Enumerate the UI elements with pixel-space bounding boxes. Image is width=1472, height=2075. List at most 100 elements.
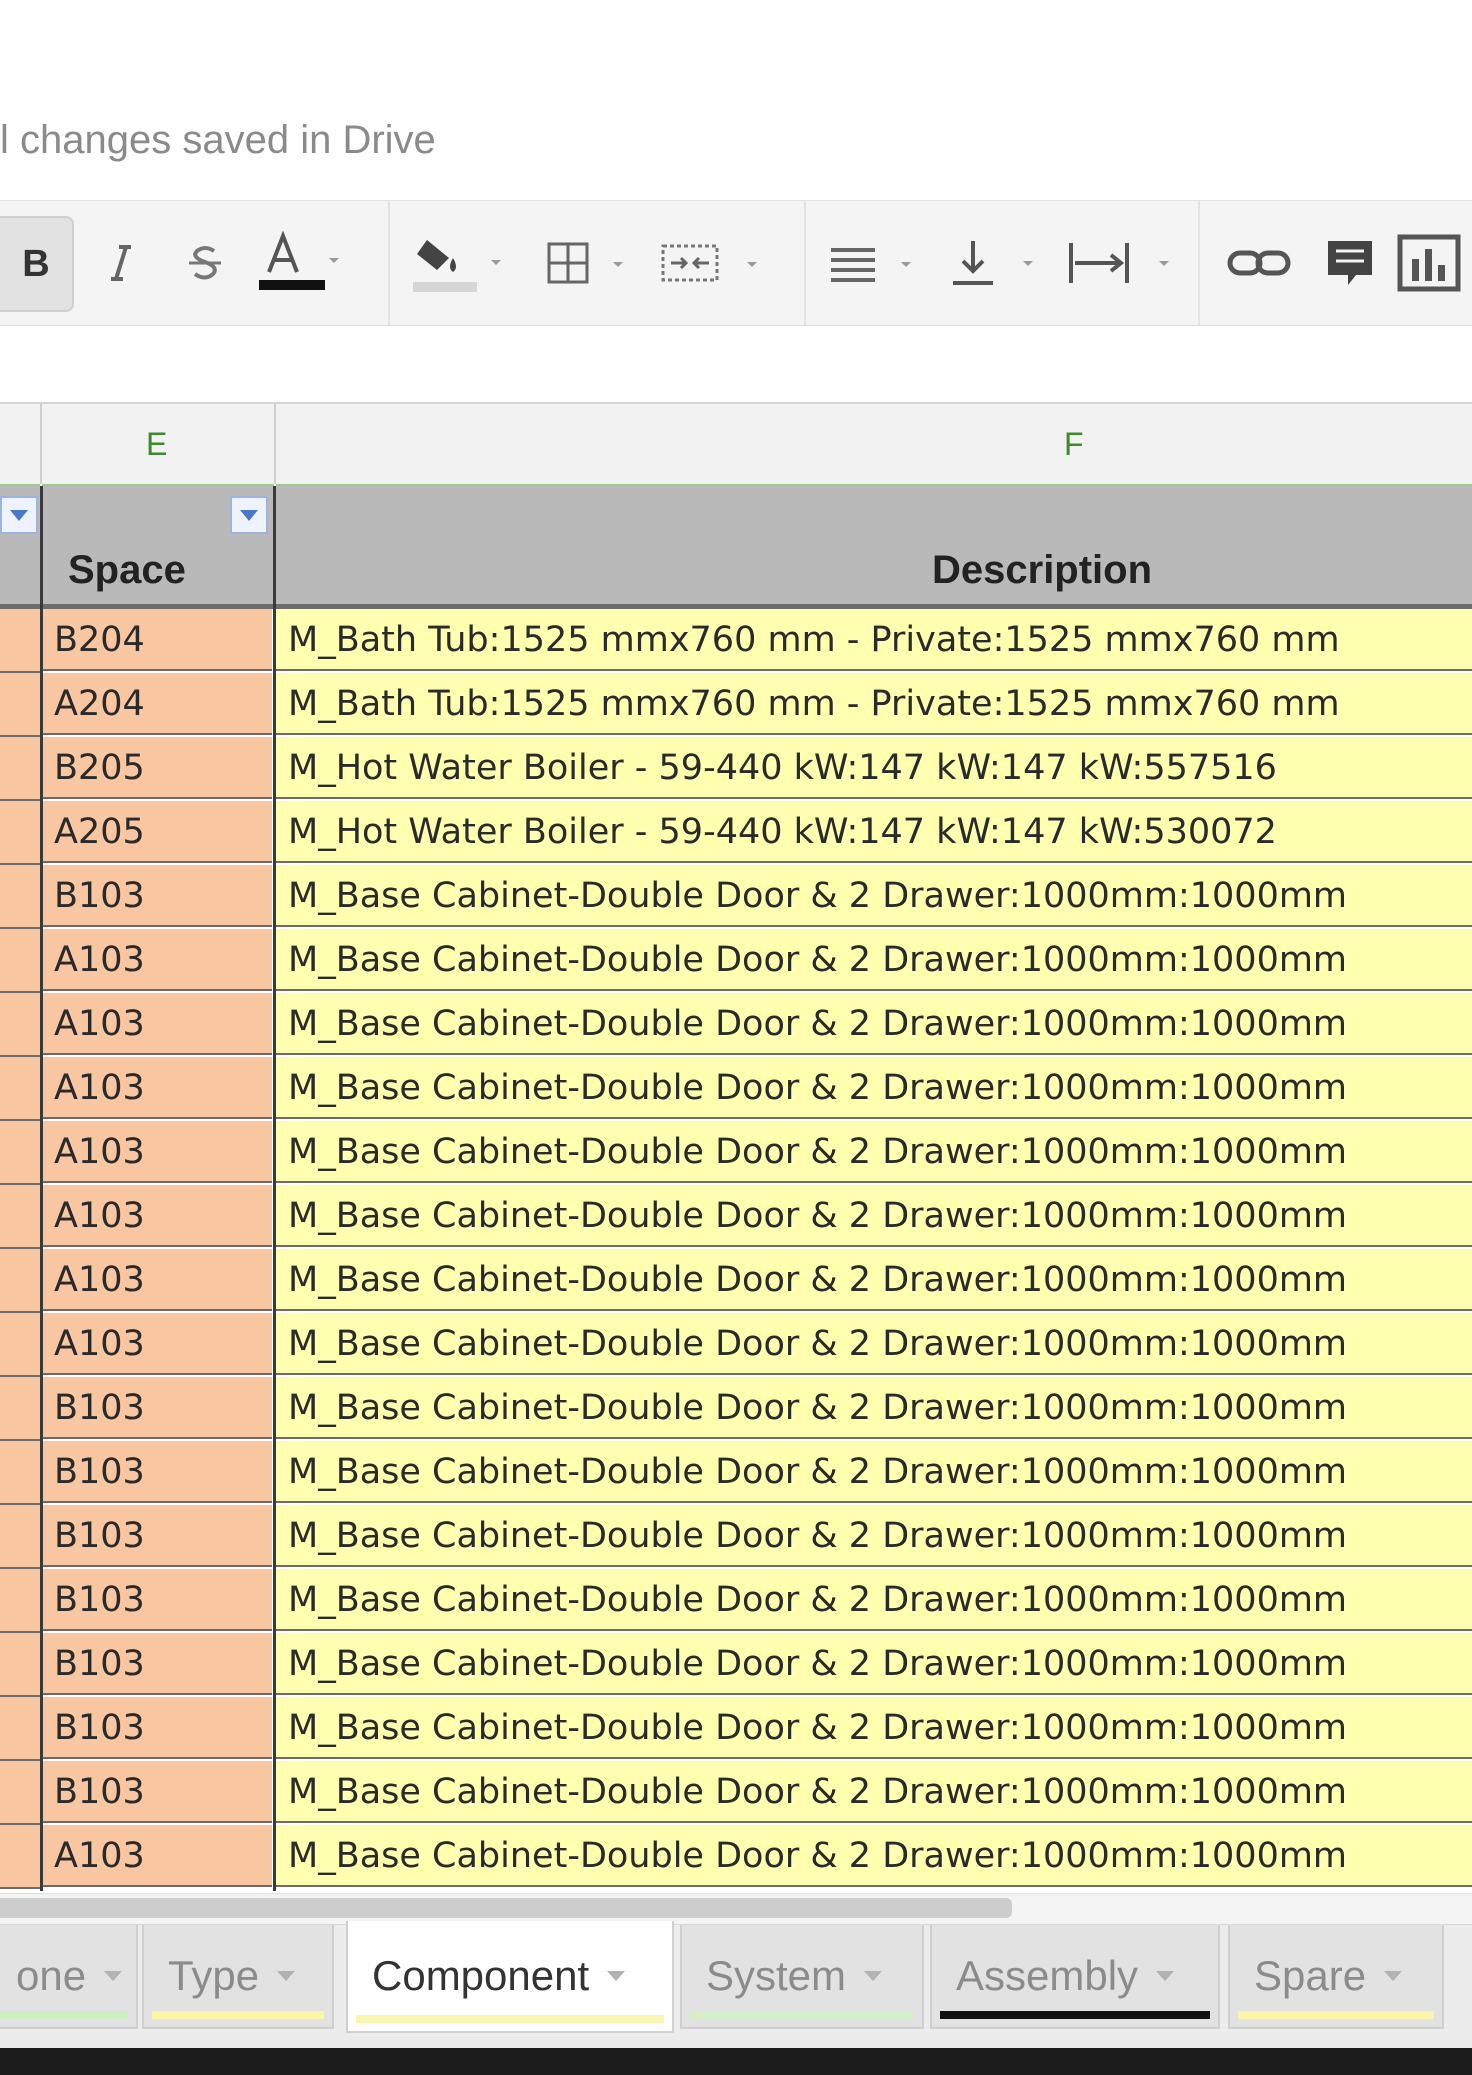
cell-space[interactable]: A103 xyxy=(42,1313,272,1375)
column-header-f[interactable]: F xyxy=(276,404,1472,487)
cell-description[interactable]: M_Base Cabinet-Double Door & 2 Drawer:10… xyxy=(276,1121,1472,1183)
column-header-e[interactable]: E xyxy=(42,404,274,487)
cell-d[interactable] xyxy=(0,609,40,673)
merge-cells-button[interactable] xyxy=(650,201,780,325)
cell-space[interactable]: A103 xyxy=(42,1121,272,1183)
cell-description[interactable]: M_Base Cabinet-Double Door & 2 Drawer:10… xyxy=(276,929,1472,991)
cell-d[interactable] xyxy=(0,737,40,801)
cell-description[interactable]: M_Bath Tub:1525 mmx760 mm - Private:1525… xyxy=(276,609,1472,671)
cell-d[interactable] xyxy=(0,1313,40,1377)
cell-space[interactable]: A103 xyxy=(42,993,272,1055)
cell-description[interactable]: M_Base Cabinet-Double Door & 2 Drawer:10… xyxy=(276,1441,1472,1503)
cell-description[interactable]: M_Base Cabinet-Double Door & 2 Drawer:10… xyxy=(276,1825,1472,1887)
filter-button-d[interactable] xyxy=(0,496,38,534)
cell-description[interactable]: M_Base Cabinet-Double Door & 2 Drawer:10… xyxy=(276,865,1472,927)
sheet-tab-color xyxy=(1238,2011,1434,2019)
cell-space[interactable]: B103 xyxy=(42,1441,272,1503)
cell-space[interactable]: A103 xyxy=(42,1825,272,1887)
cell-d[interactable] xyxy=(0,801,40,865)
cell-space[interactable]: B103 xyxy=(42,1569,272,1631)
cell-space[interactable]: A103 xyxy=(42,1249,272,1311)
cell-description[interactable]: M_Base Cabinet-Double Door & 2 Drawer:10… xyxy=(276,1057,1472,1119)
cell-description[interactable]: M_Hot Water Boiler - 59-440 kW:147 kW:14… xyxy=(276,737,1472,799)
cell-space[interactable]: B205 xyxy=(42,737,272,799)
chevron-down-icon[interactable] xyxy=(1156,1971,1175,1981)
fill-color-button[interactable] xyxy=(406,201,516,325)
bottom-bar xyxy=(0,2048,1472,2075)
cell-description[interactable]: M_Base Cabinet-Double Door & 2 Drawer:10… xyxy=(276,1377,1472,1439)
cell-space[interactable]: A204 xyxy=(42,673,272,735)
cell-description[interactable]: M_Base Cabinet-Double Door & 2 Drawer:10… xyxy=(276,1185,1472,1247)
cell-space[interactable]: A103 xyxy=(42,929,272,991)
cell-space[interactable]: A205 xyxy=(42,801,272,863)
cell-description[interactable]: M_Bath Tub:1525 mmx760 mm - Private:1525… xyxy=(276,673,1472,735)
cell-d[interactable] xyxy=(0,1121,40,1185)
text-color-button[interactable] xyxy=(250,201,350,325)
cell-d[interactable] xyxy=(0,1505,40,1569)
text-wrap-button[interactable] xyxy=(1060,201,1186,325)
sheet-tab-assembly[interactable]: Assembly xyxy=(930,1925,1220,2029)
sheet-tab-system[interactable]: System xyxy=(680,1925,924,2029)
cell-description[interactable]: M_Base Cabinet-Double Door & 2 Drawer:10… xyxy=(276,1505,1472,1567)
horizontal-scrollbar-thumb[interactable] xyxy=(0,1898,1012,1918)
cell-d[interactable] xyxy=(0,1633,40,1697)
cell-d[interactable] xyxy=(0,1441,40,1505)
horizontal-align-button[interactable] xyxy=(820,201,930,325)
cell-d[interactable] xyxy=(0,1761,40,1825)
chevron-down-icon[interactable] xyxy=(104,1971,123,1981)
header-space[interactable]: Space xyxy=(68,548,186,593)
cell-space[interactable]: B204 xyxy=(42,609,272,671)
sheet-tab-one[interactable]: one xyxy=(0,1925,138,2029)
table-row: B103 M_Base Cabinet-Double Door & 2 Drawe… xyxy=(0,1697,1472,1761)
cell-space[interactable]: B103 xyxy=(42,1505,272,1567)
cell-d[interactable] xyxy=(0,993,40,1057)
cell-space[interactable]: B103 xyxy=(42,1377,272,1439)
borders-button[interactable] xyxy=(536,201,646,325)
cell-d[interactable] xyxy=(0,1569,40,1633)
vertical-align-button[interactable] xyxy=(940,201,1050,325)
cell-description[interactable]: M_Base Cabinet-Double Door & 2 Drawer:10… xyxy=(276,1697,1472,1759)
strikethrough-button[interactable] xyxy=(170,201,240,325)
cell-description[interactable]: M_Base Cabinet-Double Door & 2 Drawer:10… xyxy=(276,1761,1472,1823)
cell-space[interactable]: A103 xyxy=(42,1057,272,1119)
cell-d[interactable] xyxy=(0,865,40,929)
chevron-down-icon[interactable] xyxy=(277,1971,296,1981)
cell-space[interactable]: B103 xyxy=(42,1761,272,1823)
cell-description[interactable]: M_Base Cabinet-Double Door & 2 Drawer:10… xyxy=(276,1633,1472,1695)
cell-space[interactable]: B103 xyxy=(42,865,272,927)
cell-description[interactable]: M_Base Cabinet-Double Door & 2 Drawer:10… xyxy=(276,993,1472,1055)
cell-d[interactable] xyxy=(0,1825,40,1889)
cell-space[interactable]: A103 xyxy=(42,1185,272,1247)
strikethrough-icon xyxy=(189,246,221,280)
chevron-down-icon[interactable] xyxy=(607,1971,626,1981)
sheet-tab-type[interactable]: Type xyxy=(142,1925,334,2029)
cell-space[interactable]: B103 xyxy=(42,1633,272,1695)
cell-space[interactable]: B103 xyxy=(42,1697,272,1759)
italic-button[interactable] xyxy=(86,201,156,325)
chevron-down-icon[interactable] xyxy=(864,1971,883,1981)
sheet-tab-color xyxy=(690,2011,914,2019)
cell-description[interactable]: M_Base Cabinet-Double Door & 2 Drawer:10… xyxy=(276,1249,1472,1311)
cell-description[interactable]: M_Hot Water Boiler - 59-440 kW:147 kW:14… xyxy=(276,801,1472,863)
header-description[interactable]: Description xyxy=(932,548,1152,593)
bold-button[interactable]: B xyxy=(0,216,74,312)
cell-d[interactable] xyxy=(0,1249,40,1313)
insert-link-button[interactable] xyxy=(1216,201,1302,325)
cell-d[interactable] xyxy=(0,1057,40,1121)
column-header-d[interactable] xyxy=(0,404,40,487)
cell-d[interactable] xyxy=(0,929,40,993)
cell-d[interactable] xyxy=(0,673,40,737)
cell-description[interactable]: M_Base Cabinet-Double Door & 2 Drawer:10… xyxy=(276,1569,1472,1631)
cell-d[interactable] xyxy=(0,1185,40,1249)
insert-chart-button[interactable] xyxy=(1396,201,1472,325)
sheet-tab-component[interactable]: Component xyxy=(346,1921,674,2033)
chevron-down-icon[interactable] xyxy=(1384,1971,1403,1981)
formula-bar[interactable] xyxy=(0,326,1472,404)
cell-description[interactable]: M_Base Cabinet-Double Door & 2 Drawer:10… xyxy=(276,1313,1472,1375)
sheet-tab-spare[interactable]: Spare xyxy=(1228,1925,1444,2029)
cell-d[interactable] xyxy=(0,1697,40,1761)
insert-comment-button[interactable] xyxy=(1310,201,1390,325)
filter-button-space[interactable] xyxy=(230,496,268,534)
cell-d[interactable] xyxy=(0,1377,40,1441)
table-row: B103 M_Base Cabinet-Double Door & 2 Drawe… xyxy=(0,1505,1472,1569)
